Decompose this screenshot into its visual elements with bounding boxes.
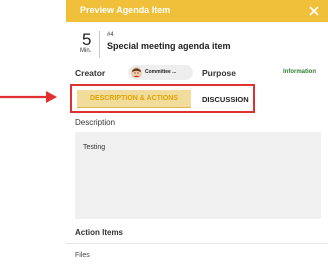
panel-title: Preview Agenda Item [80, 5, 171, 15]
section-divider [66, 243, 328, 244]
description-text: Testing [83, 144, 106, 151]
action-items-heading: Action Items [75, 228, 124, 237]
description-box: Testing [75, 132, 321, 219]
close-icon[interactable] [306, 3, 322, 19]
files-heading: Files [75, 252, 90, 259]
avatar-icon [131, 67, 142, 78]
creator-chip[interactable]: Committee ... [128, 65, 193, 80]
purpose-label: Purpose [202, 68, 237, 78]
item-number: #4 [107, 32, 114, 38]
creator-label: Creator [75, 68, 106, 78]
creator-name: Committee ... [145, 69, 177, 75]
duration-unit: Min. [80, 48, 92, 54]
tab-discussion[interactable]: DISCUSSION [202, 95, 249, 104]
panel-header: Preview Agenda Item [66, 0, 328, 22]
tab-description-actions-label: DESCRIPTION & ACTIONS [89, 95, 179, 102]
description-label: Description [75, 118, 116, 127]
item-title: Special meeting agenda item [107, 41, 231, 51]
arrow-right-icon [0, 91, 57, 103]
tab-description-actions[interactable]: DESCRIPTION & ACTIONS [77, 90, 191, 108]
left-margin [0, 0, 66, 280]
duration-value: 5 [82, 30, 92, 49]
page: Preview Agenda Item 5 Min. #4 Special me… [0, 0, 328, 280]
purpose-value: Information [283, 69, 316, 75]
duration-divider [99, 31, 100, 58]
